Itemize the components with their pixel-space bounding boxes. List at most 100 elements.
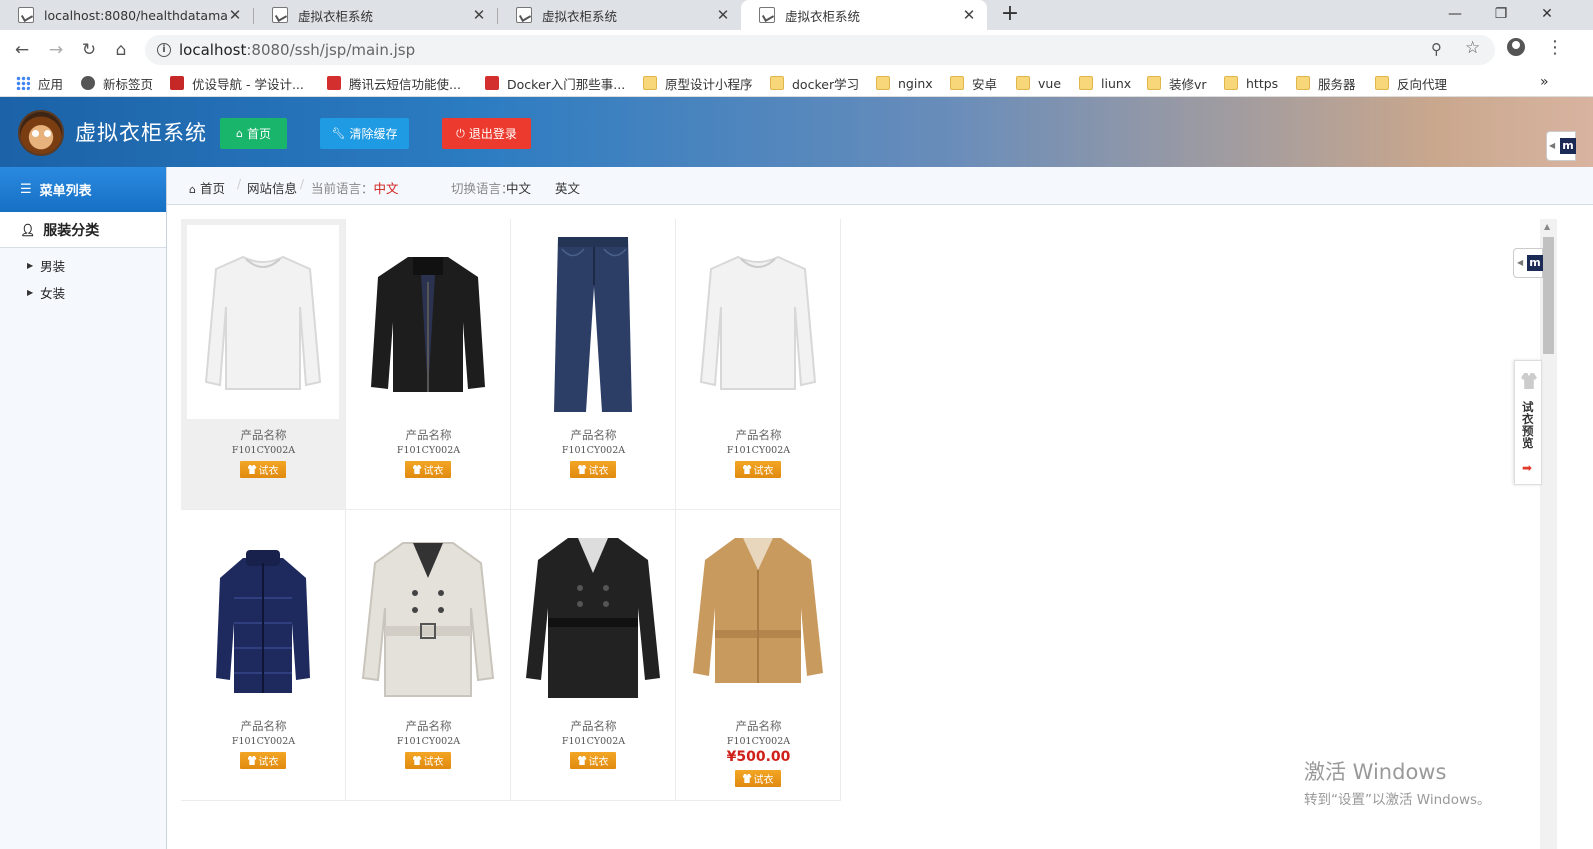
bookmark-item[interactable]: vue xyxy=(1016,74,1061,92)
product-card[interactable]: 产品名称 F101CY002A ¥500.00 试衣 xyxy=(676,510,841,801)
clear-cache-button[interactable]: 🔧︎ 清除缓存 xyxy=(320,118,409,149)
home-icon[interactable]: ⌂ xyxy=(109,38,133,62)
try-on-label: 试衣 xyxy=(588,757,609,768)
close-icon[interactable]: ✕ xyxy=(471,6,487,24)
bookmark-item[interactable]: 装修vr xyxy=(1147,74,1207,92)
product-card[interactable]: 产品名称 F101CY002A 试衣 xyxy=(511,219,676,510)
browser-tab-3[interactable]: 虚拟衣柜系统 ✕ xyxy=(498,0,741,30)
bookmark-item[interactable]: https xyxy=(1224,74,1278,92)
new-tab-button[interactable]: + xyxy=(997,2,1023,28)
sidebar-item-women[interactable]: ▶ 女装 xyxy=(0,279,166,306)
breadcrumb-home[interactable]: ⌂ 首页 xyxy=(189,178,225,197)
bookmark-item[interactable]: 原型设计小程序 xyxy=(643,74,753,92)
try-on-button[interactable]: 试衣 xyxy=(570,461,616,478)
try-on-button[interactable]: 试衣 xyxy=(405,752,451,769)
product-image-white-longsleeve-shirt[interactable] xyxy=(187,225,339,419)
product-card[interactable]: 产品名称 F101CY002A 试衣 xyxy=(511,510,676,801)
product-card[interactable]: 产品名称 F101CY002A 试衣 xyxy=(676,219,841,510)
try-on-preview-widget[interactable]: 试衣预览 ➡ xyxy=(1514,360,1542,485)
product-card[interactable]: 产品名称 F101CY002A 试衣 xyxy=(346,219,511,510)
bookmark-item[interactable]: 腾讯云短信功能使... xyxy=(327,74,461,92)
address-bar[interactable]: i localhost:8080/ssh/jsp/main.jsp ⚲ ☆ xyxy=(145,35,1495,65)
language-option-zh[interactable]: 中文 xyxy=(506,178,531,197)
restore-button[interactable]: ❐ xyxy=(1478,0,1524,30)
breadcrumb-site-info[interactable]: 网站信息 xyxy=(247,178,297,197)
bookmark-item[interactable]: 安卓 xyxy=(950,74,997,92)
close-icon[interactable]: ✕ xyxy=(227,6,243,24)
product-card[interactable]: 产品名称 F101CY002A 试衣 xyxy=(346,510,511,801)
forward-arrow-icon[interactable]: → xyxy=(44,38,68,62)
arrow-right-icon: ➡ xyxy=(1522,461,1533,475)
bookmark-item[interactable]: 反向代理 xyxy=(1375,74,1447,92)
bookmark-item[interactable]: docker学习 xyxy=(770,74,859,92)
bookmark-item[interactable]: 服务器 xyxy=(1296,74,1356,92)
globe-icon xyxy=(81,76,95,90)
language-option-en[interactable]: 英文 xyxy=(555,178,580,197)
current-language: 当前语言：中文 xyxy=(311,181,399,196)
product-card[interactable]: 产品名称 F101CY002A 试衣 xyxy=(181,219,346,510)
browser-tab-2[interactable]: 虚拟衣柜系统 ✕ xyxy=(254,0,497,30)
product-code: F101CY002A xyxy=(396,445,461,456)
zoom-icon[interactable]: ⚲ xyxy=(1431,40,1442,58)
shirt-icon xyxy=(412,756,422,765)
folder-icon xyxy=(950,76,964,90)
minimize-button[interactable]: — xyxy=(1432,0,1478,30)
sidebar-group-clothing[interactable]: 👤︎ 服装分类 xyxy=(0,212,166,248)
product-image-black-leather-jacket[interactable] xyxy=(352,225,504,419)
shirt-icon xyxy=(577,756,587,765)
scroll-up-icon[interactable]: ▲ xyxy=(1544,222,1550,231)
product-card[interactable]: 产品名称 F101CY002A 试衣 xyxy=(181,510,346,801)
window-close-button[interactable]: ✕ xyxy=(1524,0,1570,30)
info-icon[interactable]: i xyxy=(157,43,171,57)
scrollbar-thumb[interactable] xyxy=(1543,237,1554,354)
bookmark-item[interactable]: 应用 xyxy=(16,74,63,92)
bookmark-star-icon[interactable]: ☆ xyxy=(1465,38,1480,58)
product-code: F101CY002A xyxy=(561,445,626,456)
bookmark-item[interactable]: 优设导航 - 学设计... xyxy=(170,74,304,92)
try-on-button[interactable]: 试衣 xyxy=(240,752,286,769)
reload-icon[interactable]: ↻ xyxy=(77,38,101,62)
windows-activation-watermark: 激活 Windows 转到“设置”以激活 Windows。 xyxy=(1304,756,1491,808)
back-arrow-icon[interactable]: ← xyxy=(10,38,34,62)
bookmarks-overflow-button[interactable]: » xyxy=(1540,74,1549,90)
product-image-blue-jeans[interactable] xyxy=(517,225,669,419)
browser-tab-1[interactable]: localhost:8080/healthdataman ✕ xyxy=(0,0,253,30)
try-on-button[interactable]: 试衣 xyxy=(405,461,451,478)
vertical-scrollbar[interactable]: ▲ xyxy=(1540,219,1557,849)
folder-icon xyxy=(770,76,784,90)
shirt-icon xyxy=(412,465,422,474)
close-icon[interactable]: ✕ xyxy=(715,6,731,24)
product-image-white-trench-coat[interactable] xyxy=(352,516,504,710)
user-icon: 👤︎ xyxy=(20,222,36,237)
browser-tab-4[interactable]: 虚拟衣柜系统 ✕ xyxy=(741,0,987,30)
bookmark-label: 腾讯云短信功能使... xyxy=(349,76,461,92)
product-image-tan-trench-coat[interactable] xyxy=(682,516,834,710)
extension-mini-tab[interactable]: ◀ m xyxy=(1513,248,1543,278)
close-icon[interactable]: ✕ xyxy=(961,6,977,24)
extension-side-tab[interactable]: ◀ m xyxy=(1546,131,1576,161)
product-name: 产品名称 xyxy=(405,428,452,442)
try-on-button[interactable]: 试衣 xyxy=(240,461,286,478)
product-image-white-longsleeve-shirt[interactable] xyxy=(682,225,834,419)
try-on-button[interactable]: 试衣 xyxy=(570,752,616,769)
try-on-button[interactable]: 试衣 xyxy=(735,770,781,787)
profile-icon[interactable] xyxy=(1507,38,1525,56)
home-button[interactable]: ⌂ 首页 xyxy=(220,118,287,149)
bookmark-label: 应用 xyxy=(38,76,64,92)
bookmark-item[interactable]: Docker入门那些事... xyxy=(485,74,625,92)
try-on-label: 试衣 xyxy=(258,466,279,477)
logout-button[interactable]: ⏻ 退出登录 xyxy=(442,118,531,149)
bookmark-item[interactable]: 新标签页 xyxy=(81,74,153,92)
home-icon: ⌂ xyxy=(236,127,243,140)
try-on-button[interactable]: 试衣 xyxy=(735,461,781,478)
product-image-navy-down-jacket[interactable] xyxy=(187,516,339,710)
bookmark-label: vue xyxy=(1038,75,1062,91)
sidebar-item-men[interactable]: ▶ 男装 xyxy=(0,252,166,279)
bookmark-item[interactable]: liunx xyxy=(1079,74,1131,92)
product-image-black-trench-coat[interactable] xyxy=(517,516,669,710)
bookmark-item[interactable]: nginx xyxy=(876,74,933,92)
sidebar-item-label: 男装 xyxy=(40,259,66,274)
more-menu-icon[interactable]: ⋮ xyxy=(1546,37,1564,58)
caret-right-icon: ▶ xyxy=(27,288,34,297)
breadcrumb: ⌂ 首页 / 网站信息 / 当前语言：中文 切换语言： 中文 英文 xyxy=(167,167,1593,205)
